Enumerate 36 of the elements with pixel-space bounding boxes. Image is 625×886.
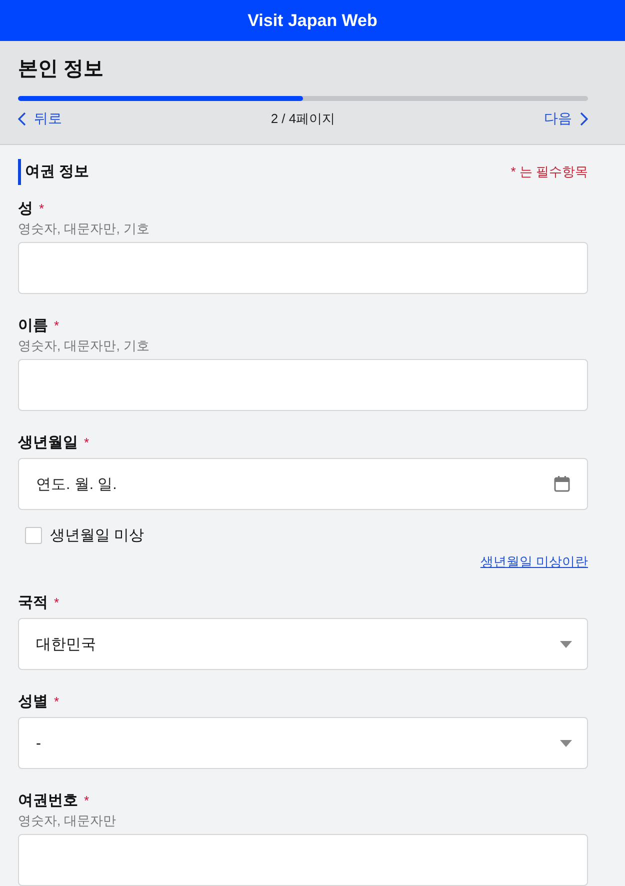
required-mark: * [84,792,90,810]
field-label: 국적 [18,593,48,613]
chevron-left-icon [18,112,26,126]
text-input-field[interactable] [18,242,588,294]
section-title: 여권 정보 [18,159,90,185]
required-mark: * [54,317,60,335]
field-hint: 영숫자, 대문자만, 기호 [18,220,150,238]
required-mark: * [84,434,90,452]
select-field[interactable]: 대한민국 [18,618,588,670]
text-input-field[interactable] [18,834,588,886]
page-title: 본인 정보 [18,57,105,82]
select-field[interactable]: - [18,717,588,769]
field-hint: 영숫자, 대문자만, 기호 [18,337,150,355]
text-input-field[interactable] [18,359,588,411]
info-link[interactable]: 생년월일 미상이란 [480,553,588,571]
date-input-field[interactable]: 연도. 월. 일. [18,458,588,510]
app-title: Visit Japan Web [248,10,378,30]
field-label: 성별 [18,692,48,712]
checkbox-label: 생년월일 미상 [50,526,144,545]
field-label: 생년월일 [18,433,78,453]
required-mark: * [54,693,60,711]
back-button[interactable]: 뒤로 [18,110,62,128]
calendar-icon[interactable] [554,476,570,492]
page-indicator: 2 / 4페이지 [270,110,336,128]
chevron-right-icon [580,112,588,126]
dropdown-caret-icon [560,640,572,648]
field-label: 이름 [18,316,48,336]
required-legend: * 는 필수항목 [510,163,588,181]
next-button[interactable]: 다음 [544,110,588,128]
dropdown-caret-icon [560,740,572,746]
field-hint: 영숫자, 대문자만 [18,812,118,830]
checkbox[interactable] [25,527,42,544]
required-mark: * [39,200,44,218]
field-label: 성 [18,199,33,219]
required-mark: * [54,594,60,612]
field-label: 여권번호 [18,791,78,811]
